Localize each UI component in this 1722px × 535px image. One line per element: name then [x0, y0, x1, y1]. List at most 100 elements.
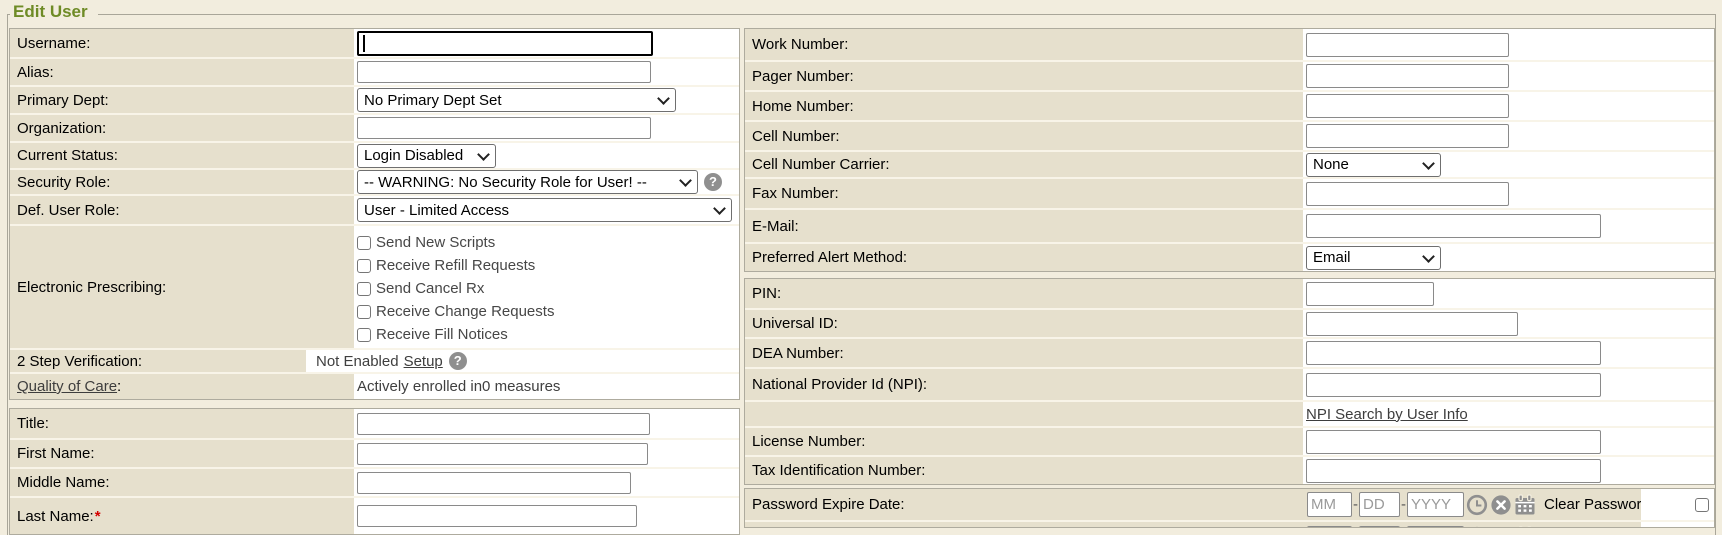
current-status-select[interactable]: Login Disabled	[357, 144, 496, 168]
quality-of-care-field-cell: Actively enrolled in0 measures	[354, 374, 739, 399]
form-row-alias: Alias:	[10, 57, 739, 85]
pin-field-cell	[1303, 279, 1714, 308]
primary-dept-select[interactable]: No Primary Dept Set	[357, 88, 676, 112]
password-expire-day-input[interactable]	[1359, 526, 1400, 527]
checkbox[interactable]	[357, 259, 371, 273]
password-expire-day-input[interactable]	[1359, 492, 1400, 517]
preferred-alert-select[interactable]: Email	[1306, 246, 1441, 270]
alias-label-text: Alias:	[17, 64, 54, 81]
npi-search-link[interactable]: NPI Search by User Info	[1306, 406, 1468, 423]
checkbox-option-4[interactable]: Receive Fill Notices	[357, 323, 554, 346]
fax-number-field-cell	[1303, 179, 1714, 208]
help-icon[interactable]: ?	[449, 352, 467, 370]
clear-date-icon[interactable]	[1490, 522, 1512, 527]
password-expire-date-field-cell: --Clear Password:	[1303, 489, 1714, 520]
password-expire-year-input[interactable]	[1407, 492, 1464, 517]
username-label-text: Username:	[17, 35, 90, 52]
form-row-license-number: License Number:	[745, 426, 1714, 455]
npi-search-label	[745, 402, 1303, 426]
checkbox-option-2[interactable]: Send Cancel Rx	[357, 277, 554, 300]
form-row-first-name: First Name:	[10, 438, 739, 467]
clear-password-checkbox[interactable]	[1695, 498, 1709, 512]
current-status-select-value: Login Disabled	[364, 147, 471, 164]
cell-carrier-select[interactable]: None	[1306, 153, 1441, 177]
primary-dept-select-value: No Primary Dept Set	[364, 92, 651, 109]
alias-input[interactable]	[357, 61, 651, 83]
home-number-field-cell	[1303, 92, 1714, 120]
form-row-organization: Organization:	[10, 113, 739, 141]
security-role-select-value: -- WARNING: No Security Role for User! -…	[364, 174, 673, 191]
tax-id-label-text: Tax Identification Number:	[752, 462, 925, 479]
checkbox-option-3[interactable]: Receive Change Requests	[357, 300, 554, 323]
pin-input[interactable]	[1306, 282, 1434, 306]
cell-number-input[interactable]	[1306, 124, 1509, 148]
email-label-text: E-Mail:	[752, 218, 799, 235]
checkbox[interactable]	[357, 236, 371, 250]
universal-id-input[interactable]	[1306, 312, 1518, 336]
username-input[interactable]	[357, 31, 653, 56]
form-columns: Username:Alias:Primary Dept:No Primary D…	[8, 15, 1715, 535]
home-number-label-text: Home Number:	[752, 98, 854, 115]
security-role-select[interactable]: -- WARNING: No Security Role for User! -…	[357, 170, 698, 194]
calendar-icon[interactable]	[1514, 494, 1536, 516]
def-user-role-select[interactable]: User - Limited Access	[357, 198, 732, 222]
current-status-field-cell: Login Disabled	[354, 143, 739, 168]
quality-of-care-label-suffix: :	[117, 378, 121, 395]
tax-id-input[interactable]	[1306, 459, 1601, 483]
date-separator: -	[1353, 522, 1358, 527]
checkbox[interactable]	[357, 305, 371, 319]
clock-icon[interactable]	[1466, 494, 1488, 516]
electronic-prescribing-checkbox-group: Send New ScriptsReceive Refill Requests S…	[357, 231, 554, 346]
checkbox[interactable]	[357, 282, 371, 296]
form-row-work-number: Work Number:	[745, 29, 1714, 60]
last-name-input[interactable]	[357, 505, 637, 527]
two-step-label-text: 2 Step Verification:	[17, 353, 142, 370]
work-number-input[interactable]	[1306, 33, 1509, 57]
organization-input[interactable]	[357, 117, 651, 139]
form-row-pager-number: Pager Number:	[745, 60, 1714, 90]
universal-id-field-cell	[1303, 310, 1714, 337]
cell-number-label: Cell Number:	[745, 122, 1303, 150]
email-input[interactable]	[1306, 214, 1601, 238]
home-number-input[interactable]	[1306, 94, 1509, 118]
preferred-alert-label: Preferred Alert Method:	[745, 244, 1303, 271]
calendar-icon[interactable]	[1514, 522, 1536, 527]
two-step-setup-link[interactable]: Setup	[404, 353, 443, 370]
help-icon[interactable]: ?	[704, 173, 722, 191]
title-label-text: Title:	[17, 415, 49, 432]
title-input[interactable]	[357, 413, 650, 435]
first-name-input[interactable]	[357, 443, 648, 465]
pager-number-input[interactable]	[1306, 64, 1509, 88]
quality-of-care-label-link[interactable]: Quality of Care	[17, 378, 117, 395]
license-number-input[interactable]	[1306, 430, 1601, 454]
checkbox-option-0[interactable]: Send New Scripts	[357, 231, 554, 254]
partial-row-label	[745, 522, 1303, 527]
two-step-field-cell: Not EnabledSetup?	[306, 350, 739, 372]
form-row-universal-id: Universal ID:	[745, 308, 1714, 337]
pager-number-label-text: Pager Number:	[752, 68, 854, 85]
username-label: Username:	[10, 29, 354, 57]
password-expire-month-input[interactable]	[1307, 492, 1352, 517]
checkbox-option-1[interactable]: Receive Refill Requests	[357, 254, 554, 277]
partial-row-field-cell: --	[1303, 522, 1714, 527]
clear-date-icon[interactable]	[1490, 494, 1512, 516]
dea-number-input[interactable]	[1306, 341, 1601, 365]
npi-input[interactable]	[1306, 373, 1601, 397]
first-name-field-cell	[354, 440, 739, 467]
clear-password-label: Clear Password:	[1544, 496, 1654, 513]
security-role-field-cell: -- WARNING: No Security Role for User! -…	[354, 170, 739, 194]
form-row-security-role: Security Role:-- WARNING: No Security Ro…	[10, 168, 739, 194]
chevron-down-icon	[1422, 157, 1435, 170]
checkbox[interactable]	[357, 328, 371, 342]
password-expire-month-input[interactable]	[1307, 526, 1352, 527]
middle-name-input[interactable]	[357, 472, 631, 494]
clock-icon[interactable]	[1466, 522, 1488, 527]
chevron-down-icon	[1422, 250, 1435, 263]
chevron-down-icon	[657, 92, 670, 105]
password-expire-date-label-text: Password Expire Date:	[752, 496, 905, 513]
fax-number-input[interactable]	[1306, 182, 1509, 206]
checkbox-option-label: Send Cancel Rx	[376, 280, 484, 297]
password-expire-year-input[interactable]	[1407, 526, 1464, 527]
last-name-field-cell	[354, 498, 739, 534]
form-row-email: E-Mail:	[745, 208, 1714, 242]
